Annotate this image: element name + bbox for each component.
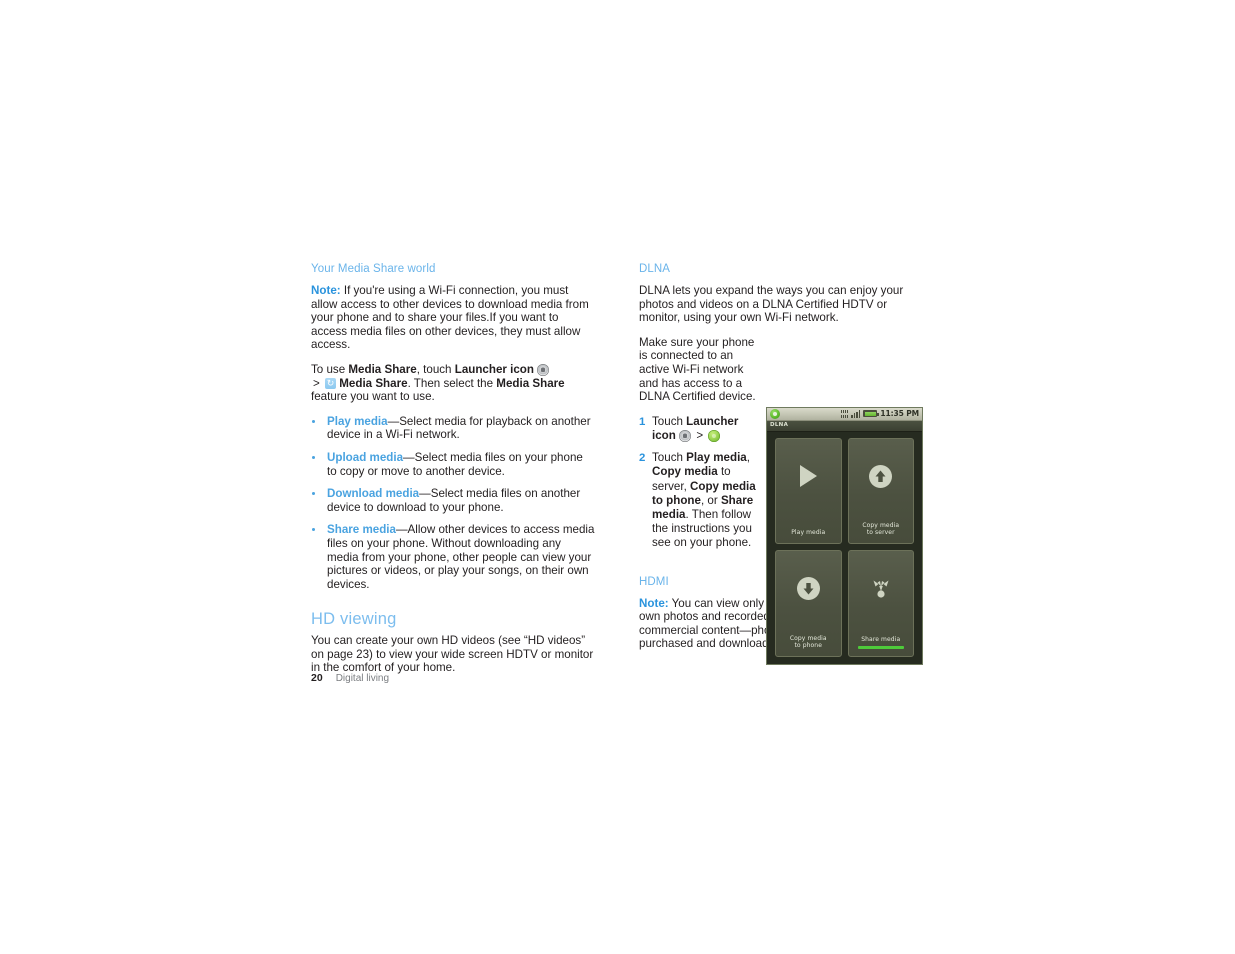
instruction-bold-launcher-icon: Launcher icon xyxy=(454,362,534,376)
upload-circle-icon xyxy=(849,461,914,491)
step-text-part-1: Touch xyxy=(652,414,687,428)
step-text-part-1: Touch xyxy=(652,451,687,465)
bullet-dot xyxy=(312,492,315,496)
manual-page: Your Media Share world Note: If you're u… xyxy=(0,0,1235,954)
bullet-dot xyxy=(312,419,315,423)
instruction-bold-media-share: Media Share xyxy=(348,362,417,376)
status-bar-left xyxy=(770,408,780,419)
list-item: Play media—Select media for playback on … xyxy=(311,415,595,442)
tile-label: Copy media to server xyxy=(862,522,900,537)
hd-viewing-body: You can create your own HD videos (see “… xyxy=(311,634,594,675)
dlna-setup-text: Make sure your phone is connected to an … xyxy=(639,335,756,404)
dlna-green-icon xyxy=(708,429,721,442)
dlna-tile-grid: Play media Copy media to server Copy med… xyxy=(767,432,922,664)
list-item: Upload media—Select media files on your … xyxy=(311,451,595,478)
page-number: 20 xyxy=(311,672,323,684)
list-item: Download media—Select media files on ano… xyxy=(311,487,595,514)
status-bar-right: 11:35 PM xyxy=(841,409,919,418)
instruction-part-1: To use xyxy=(311,362,349,376)
media-share-icon xyxy=(325,377,337,389)
step-bold-copy-media: Copy media xyxy=(652,465,718,479)
left-column: Your Media Share world Note: If you're u… xyxy=(311,262,595,675)
note-text: If you're using a Wi-Fi connection, you … xyxy=(311,284,589,352)
sync-icon xyxy=(770,408,780,419)
app-title-label: DLNA xyxy=(770,422,789,429)
tile-share-media[interactable]: Share media xyxy=(847,550,914,657)
step-bold-play-media: Play media xyxy=(686,451,747,465)
page-footer: 20 Digital living xyxy=(311,672,389,684)
footer-section-label: Digital living xyxy=(335,673,390,684)
instruction-part-2: , touch xyxy=(416,362,455,376)
step-text-part-2: , xyxy=(746,451,750,465)
share-nodes-icon xyxy=(849,574,914,604)
bullet-dot xyxy=(312,455,315,459)
dlna-heading: DLNA xyxy=(639,263,671,275)
chevron-separator: > xyxy=(696,428,704,442)
dlna-instructions-block: 11:35 PM DLNA Play media Copy media to s… xyxy=(639,335,923,665)
right-column: DLNA DLNA lets you expand the ways you c… xyxy=(639,262,923,665)
status-bar-clock: 11:35 PM xyxy=(880,409,919,419)
instruction-bold-media-share-3: Media Share xyxy=(496,376,565,390)
step-number: 2 xyxy=(639,452,646,465)
dlna-steps-list: 1 Touch Launcher icon > 2 Touch Play media… xyxy=(639,415,757,551)
download-circle-icon xyxy=(776,574,841,604)
list-item: 1 Touch Launcher icon > xyxy=(639,415,757,443)
note-label: Note: xyxy=(311,284,341,297)
phone-app-title-bar: DLNA xyxy=(767,420,922,432)
tile-label: Share media xyxy=(861,636,901,644)
list-item: Share media—Allow other devices to acces… xyxy=(311,523,595,591)
instruction-part-3: . Then select the xyxy=(407,376,497,390)
tile-copy-media-to-server[interactable]: Copy media to server xyxy=(847,437,914,545)
bullet-dot xyxy=(312,528,315,532)
data-transfer-icon xyxy=(841,409,849,418)
chevron-separator: > xyxy=(313,376,320,390)
phone-screenshot-figure: 11:35 PM DLNA Play media Copy media to s… xyxy=(766,406,923,665)
phone-screenshot: 11:35 PM DLNA Play media Copy media to s… xyxy=(766,406,923,665)
feature-term: Play media xyxy=(327,414,388,428)
media-share-feature-list: Play media—Select media for playback on … xyxy=(311,415,595,592)
feature-term: Share media xyxy=(327,523,396,537)
dlna-intro: DLNA lets you expand the ways you can en… xyxy=(639,284,904,325)
media-share-note: Note: If you're using a Wi-Fi connection… xyxy=(311,284,595,352)
feature-term: Upload media xyxy=(327,450,404,464)
instruction-part-4: feature you want to use. xyxy=(311,390,435,404)
tile-label: Play media xyxy=(791,529,826,537)
play-icon xyxy=(776,461,841,491)
media-share-instruction: To use Media Share, touch Launcher icon … xyxy=(311,363,595,404)
launcher-icon xyxy=(537,363,550,376)
instruction-bold-media-share-2: Media Share xyxy=(339,376,408,390)
feature-term: Download media xyxy=(327,487,420,501)
launcher-icon xyxy=(679,429,692,442)
note-label: Note: xyxy=(639,596,669,610)
phone-status-bar: 11:35 PM xyxy=(767,407,922,421)
tile-selected-indicator xyxy=(857,646,904,649)
step-text-part-4: , or xyxy=(700,493,721,507)
hd-viewing-heading: HD viewing xyxy=(311,610,397,629)
media-share-world-heading: Your Media Share world xyxy=(311,263,436,275)
tile-label: Copy media to phone xyxy=(789,634,827,649)
tile-copy-media-to-phone[interactable]: Copy media to phone xyxy=(775,550,842,657)
tile-play-media[interactable]: Play media xyxy=(775,437,842,545)
battery-icon xyxy=(863,410,879,418)
step-number: 1 xyxy=(639,415,646,428)
signal-bars-icon xyxy=(851,410,861,418)
list-item: 2 Touch Play media, Copy media to server,… xyxy=(639,451,757,550)
